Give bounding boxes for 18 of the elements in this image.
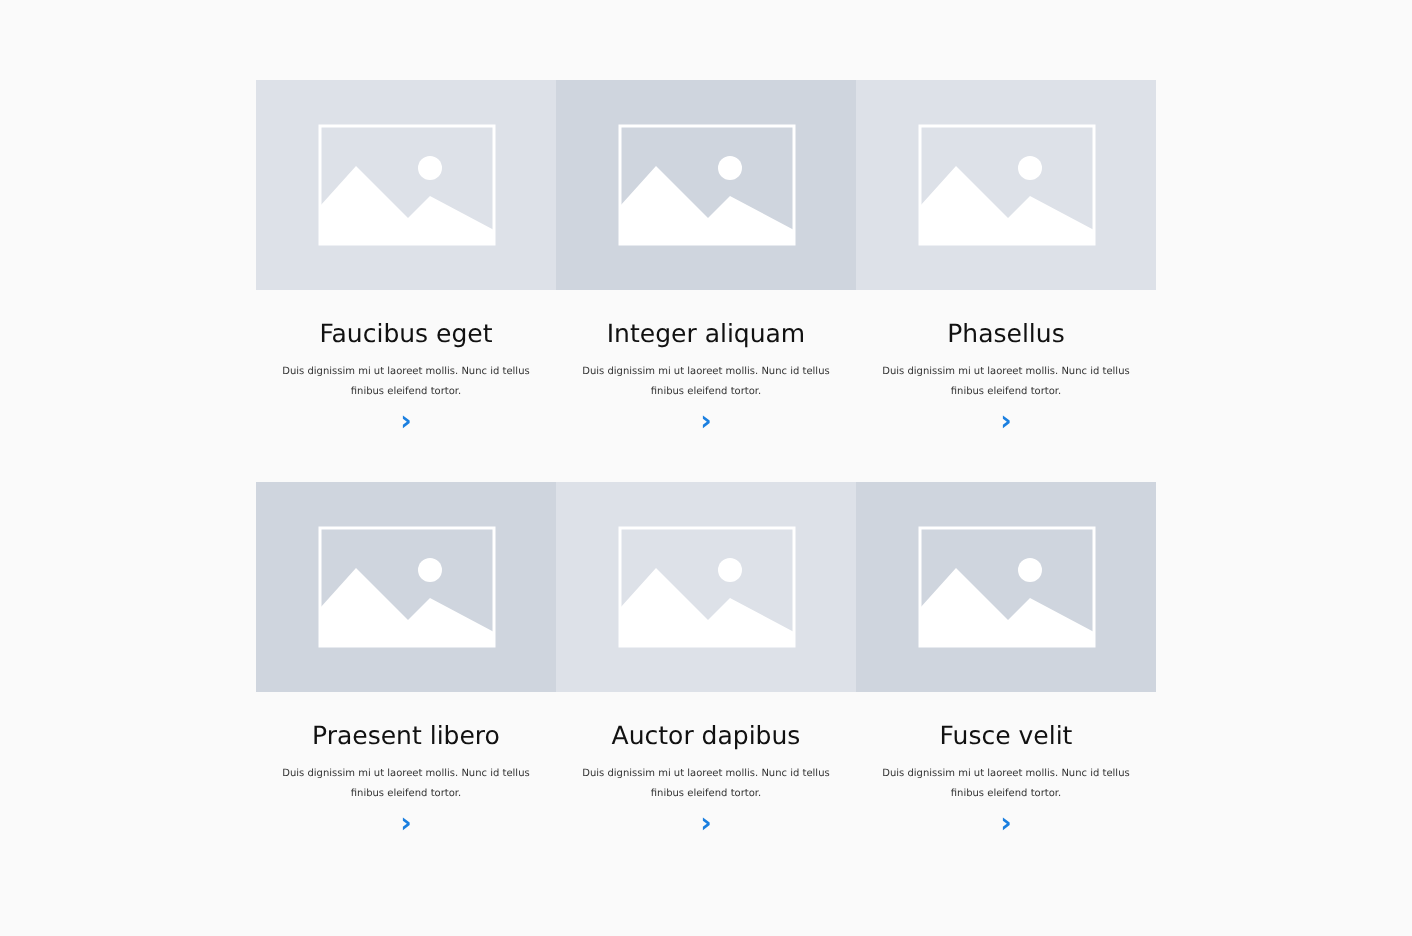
card-title: Praesent libero [310,720,502,752]
chevron-link[interactable]: › [994,810,1018,838]
image-placeholder-icon [317,526,495,648]
image-placeholder-icon [617,526,795,648]
image-placeholder-icon [317,124,495,246]
image-placeholder-icon [617,124,795,246]
card-title: Integer aliquam [604,318,808,350]
card-title: Phasellus [945,318,1067,350]
image-placeholder-icon [917,124,1095,246]
chevron-link[interactable]: › [694,408,718,436]
card-title: Faucibus eget [317,318,495,350]
chevron-link[interactable]: › [394,408,418,436]
chevron-link[interactable]: › [394,810,418,838]
card-title: Fusce velit [937,720,1075,752]
chevron-link[interactable]: › [694,810,718,838]
card-title: Auctor dapibus [609,720,803,752]
chevron-link[interactable]: › [994,408,1018,436]
image-placeholder-icon [917,526,1095,648]
